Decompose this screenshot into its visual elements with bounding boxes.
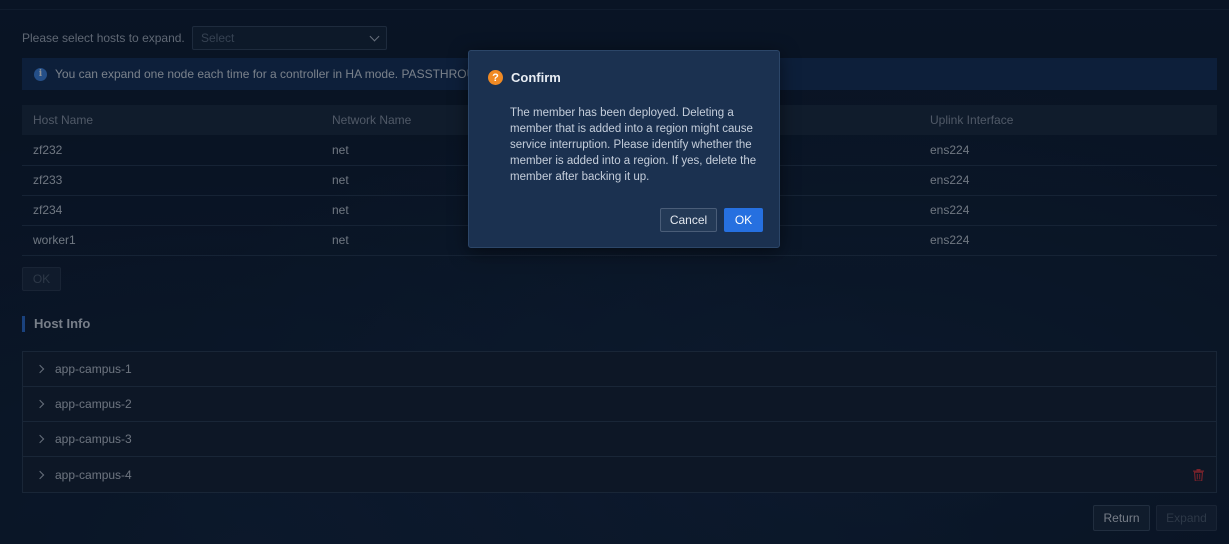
cancel-button[interactable]: Cancel	[660, 208, 717, 232]
confirm-dialog: ? Confirm The member has been deployed. …	[468, 50, 780, 248]
question-icon: ?	[488, 70, 503, 85]
confirm-dialog-message: The member has been deployed. Deleting a…	[510, 107, 757, 183]
confirm-dialog-header: ? Confirm	[488, 70, 561, 85]
ok-button[interactable]: OK	[724, 208, 763, 232]
confirm-dialog-title: Confirm	[511, 70, 561, 85]
